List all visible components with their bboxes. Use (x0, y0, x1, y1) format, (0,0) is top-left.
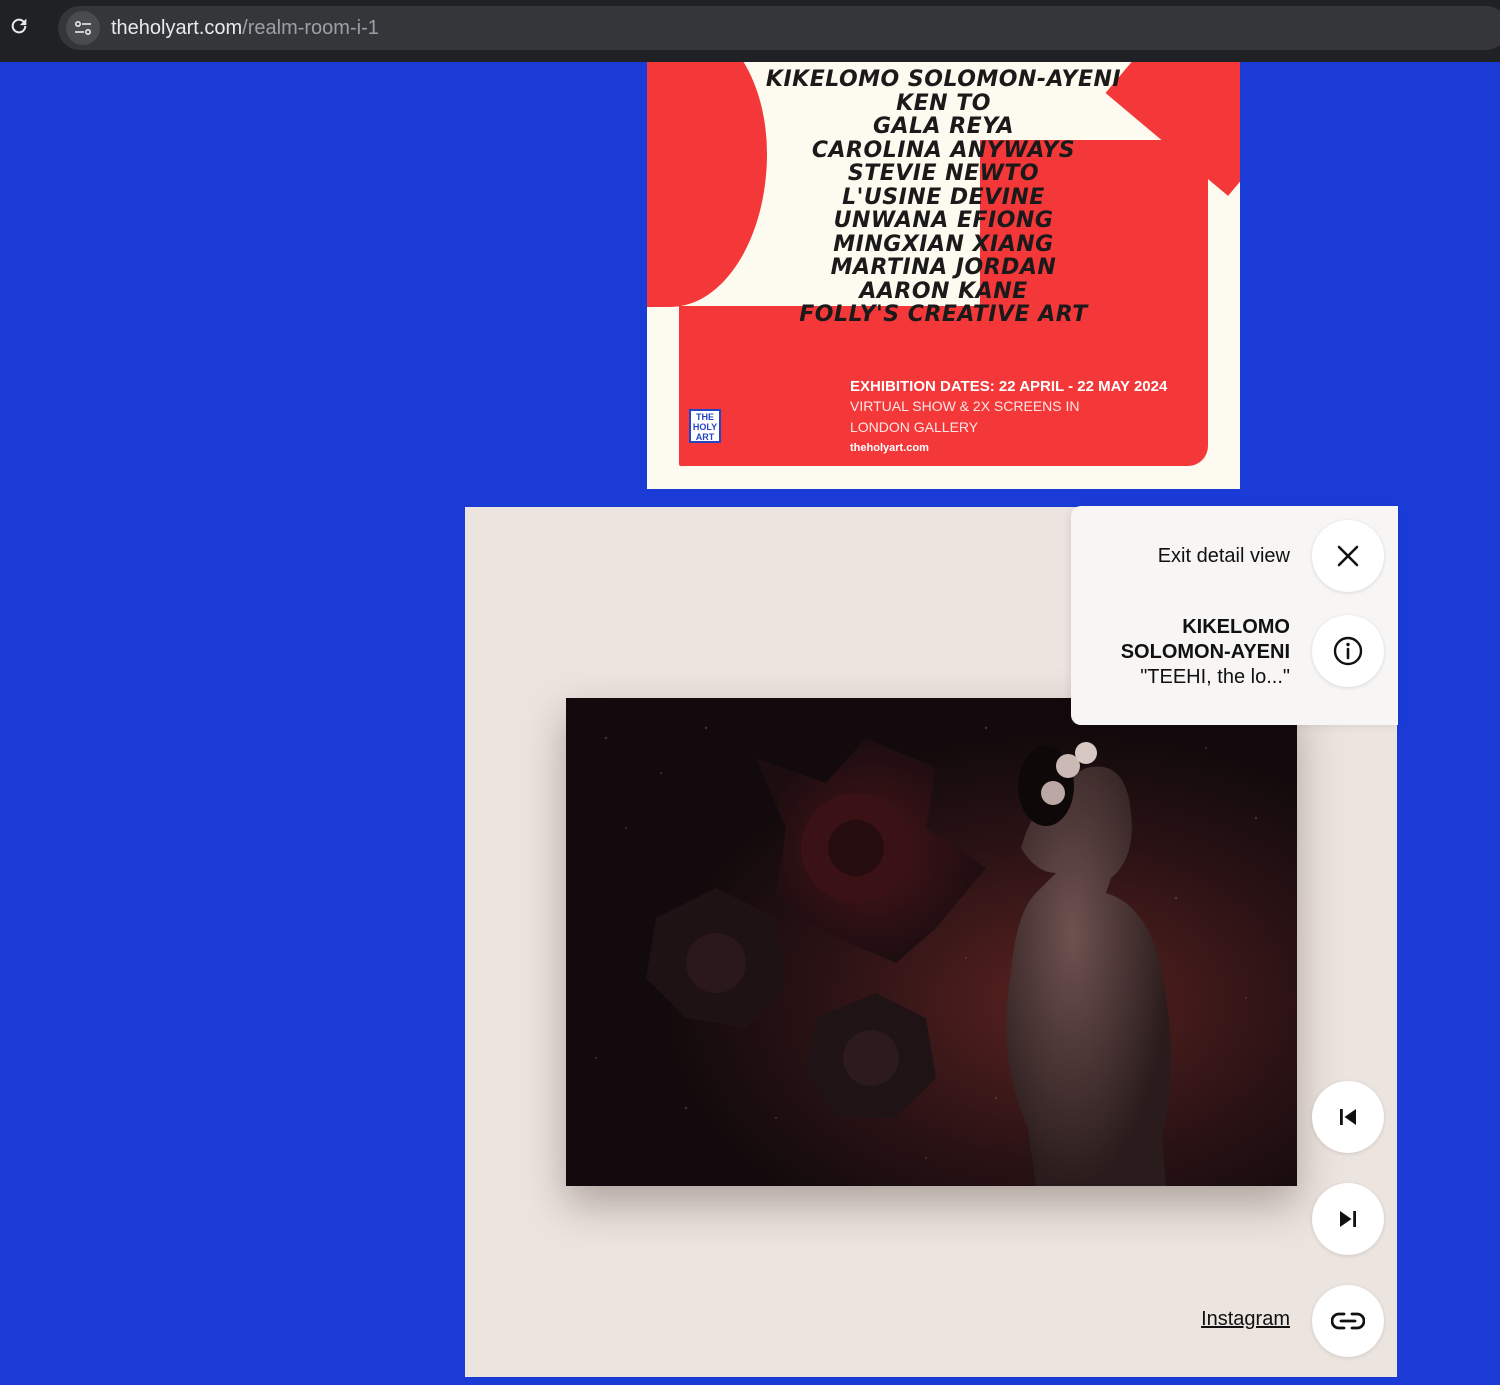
artist-name-line-1: KIKELOMO (1182, 616, 1290, 638)
artist-name: CAROLINA ANYWAYS (811, 137, 1076, 163)
close-icon (1337, 545, 1359, 567)
reload-icon[interactable] (8, 15, 30, 37)
exhibition-dates: EXHIBITION DATES: 22 APRIL - 22 MAY 2024 (850, 378, 1168, 395)
instagram-link[interactable]: Instagram (1201, 1308, 1290, 1331)
info-button[interactable] (1312, 615, 1384, 687)
browser-toolbar: theholyart.com/realm-room-i-1 (0, 0, 1500, 62)
artist-name: STEVIE NEWTO (847, 161, 1040, 186)
artist-name: L'USINE DEVINE (842, 184, 1045, 210)
logo-line: HOLY (692, 422, 718, 432)
skip-previous-icon (1340, 1109, 1356, 1125)
artist-name: KIKELOMO SOLOMON-AYENI (765, 67, 1122, 92)
artist-name: GALA REYA (872, 114, 1015, 139)
copy-link-button[interactable] (1312, 1285, 1384, 1357)
exhibition-info: EXHIBITION DATES: 22 APRIL - 22 MAY 2024… (850, 378, 1167, 456)
next-artwork-button[interactable] (1312, 1183, 1384, 1255)
artwork-image[interactable] (566, 698, 1297, 1186)
url-path: /realm-room-i-1 (242, 17, 379, 39)
artist-name: MINGXIAN XIANG (833, 231, 1054, 257)
artist-name: AARON KANE (859, 278, 1028, 304)
close-button[interactable] (1312, 520, 1384, 592)
exhibition-poster: KIKELOMO SOLOMON-AYENI KEN TO GALA REYA CAR… (647, 62, 1240, 489)
artwork-title: "TEEHI, the lo..." (1140, 666, 1290, 688)
artist-name: UNWANA EFIONG (833, 208, 1054, 233)
artwork-caption: KIKELOMO SOLOMON-AYENI "TEEHI, the lo...… (1121, 615, 1290, 690)
artist-name: MARTINA JORDAN (830, 255, 1057, 280)
artist-name: FOLLY'S CREATIVE ART (799, 302, 1088, 327)
logo-line: ART (695, 432, 715, 442)
poster-website: theholyart.com (850, 442, 929, 454)
show-line-2: LONDON GALLERY (850, 419, 979, 435)
previous-artwork-button[interactable] (1312, 1081, 1384, 1153)
url-domain: theholyart.com (111, 17, 243, 39)
logo-line: THE (696, 412, 714, 422)
artist-name: KEN TO (896, 90, 991, 116)
link-icon (1331, 1312, 1365, 1330)
url-text[interactable]: theholyart.com/realm-room-i-1 (111, 14, 379, 42)
info-icon (1333, 636, 1363, 666)
artist-list: KIKELOMO SOLOMON-AYENI KEN TO GALA REYA CAR… (647, 68, 1240, 327)
holy-art-logo: THE HOLY ART (689, 409, 721, 443)
exit-detail-label[interactable]: Exit detail view (1158, 545, 1290, 568)
show-line-1: VIRTUAL SHOW & 2X SCREENS IN (850, 398, 1080, 414)
artist-name-line-2: SOLOMON-AYENI (1120, 641, 1290, 663)
skip-next-icon (1340, 1211, 1356, 1227)
site-settings-icon[interactable] (66, 11, 100, 45)
